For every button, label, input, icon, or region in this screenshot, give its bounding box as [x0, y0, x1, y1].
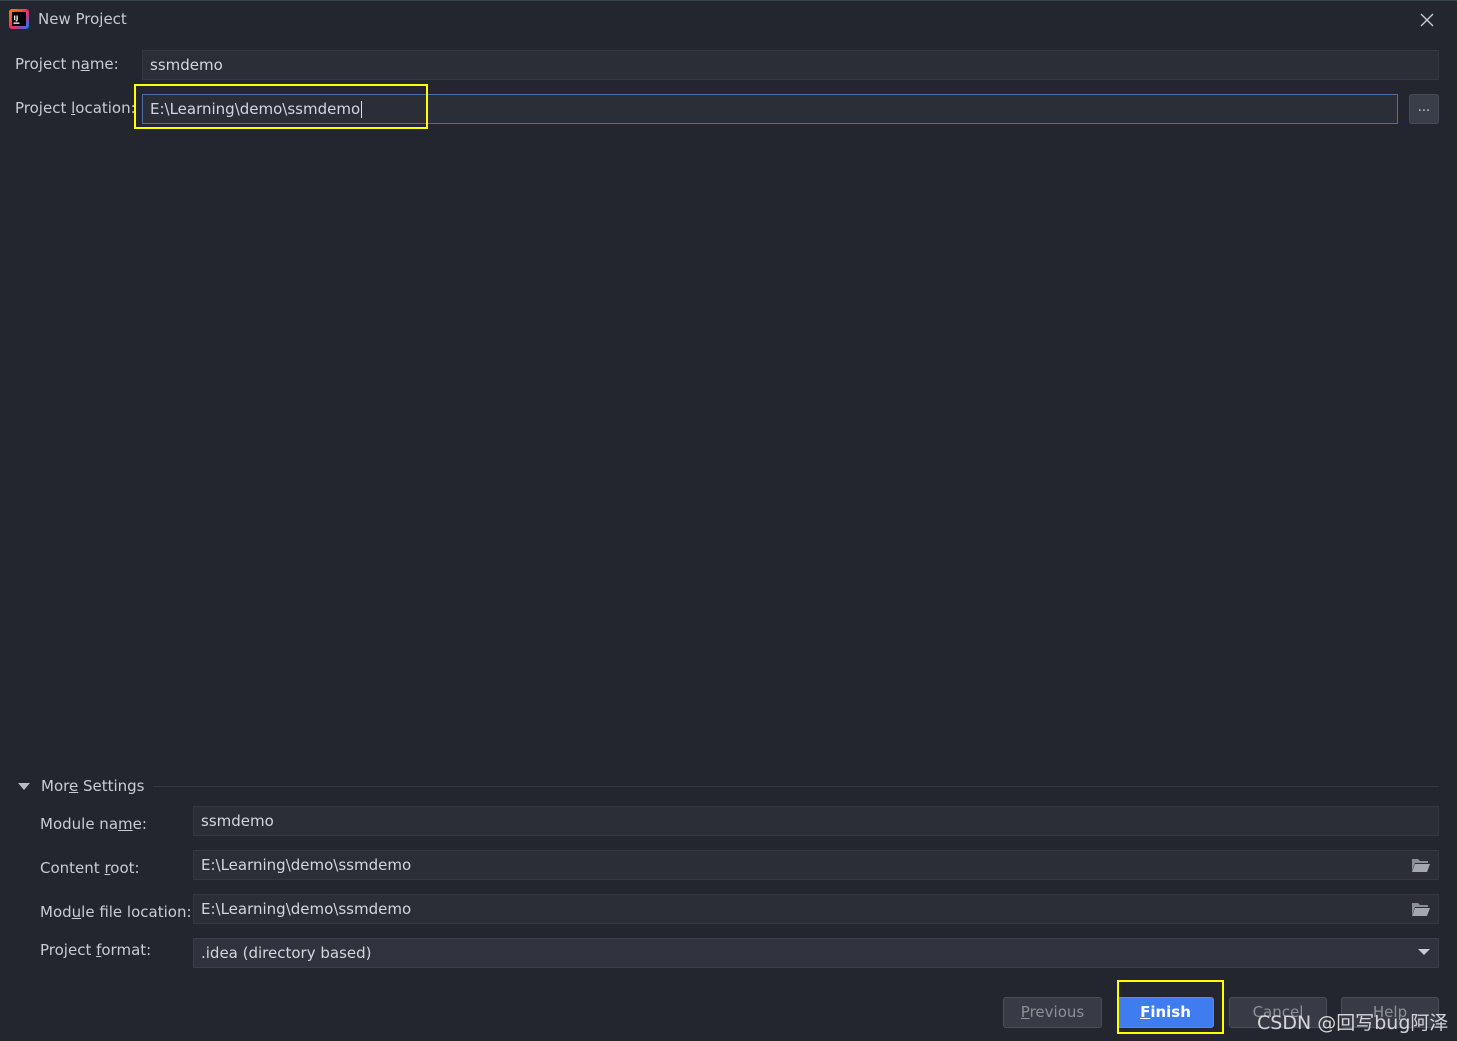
label-mnemonic: m	[118, 815, 133, 833]
label-part: ocation:	[75, 99, 136, 117]
label-part: le file location:	[81, 903, 192, 921]
label-part: Mod	[40, 903, 72, 921]
more-settings-title: More Settings	[41, 777, 145, 795]
label-part: e:	[132, 815, 147, 833]
chevron-down-icon	[1418, 949, 1430, 955]
project-location-value: E:\Learning\demo\ssmdemo	[150, 100, 361, 118]
section-divider	[153, 786, 1439, 787]
project-format-label: Project format:	[40, 941, 151, 959]
label-part: Mor	[41, 777, 69, 795]
module-name-label: Module name:	[40, 815, 147, 833]
label-part: Settings	[78, 777, 145, 795]
module-file-location-field[interactable]: E:\Learning\demo\ssmdemo	[193, 894, 1439, 924]
project-name-label: Project name:	[15, 55, 119, 73]
label-part: ormat:	[101, 941, 152, 959]
label-mnemonic: e	[68, 777, 79, 795]
project-location-label: Project location:	[15, 99, 136, 117]
module-file-location-value: E:\Learning\demo\ssmdemo	[201, 900, 412, 918]
svg-text:IJ: IJ	[14, 14, 19, 22]
title-bar: IJ New Project	[0, 0, 1457, 38]
button-label: revious	[1029, 1003, 1085, 1021]
folder-open-icon[interactable]	[1411, 901, 1431, 917]
close-icon	[1420, 13, 1434, 27]
label-mnemonic: u	[71, 903, 82, 921]
label-part: me:	[89, 55, 119, 73]
close-button[interactable]	[1416, 9, 1438, 31]
previous-button[interactable]: Previous	[1003, 997, 1102, 1028]
project-name-field[interactable]: ssmdemo	[142, 50, 1439, 80]
label-part: Project	[40, 941, 97, 959]
module-file-location-label: Module file location:	[40, 903, 192, 921]
intellij-idea-icon: IJ	[9, 9, 29, 29]
content-root-label: Content root:	[40, 859, 140, 877]
folder-open-icon[interactable]	[1411, 857, 1431, 873]
button-label: inish	[1150, 1003, 1191, 1021]
button-mnemonic: F	[1140, 1003, 1151, 1021]
project-location-field[interactable]: E:\Learning\demo\ssmdemo	[142, 94, 1398, 124]
module-name-value: ssmdemo	[201, 812, 274, 830]
text-caret	[361, 101, 363, 118]
browse-button[interactable]: ...	[1409, 94, 1439, 124]
watermark-text: CSDN @回写bug阿泽	[1257, 1012, 1449, 1034]
finish-button[interactable]: Finish	[1117, 997, 1214, 1028]
label-part: Module na	[40, 815, 119, 833]
label-mnemonic: a	[80, 55, 90, 73]
window-title: New Project	[38, 10, 127, 28]
label-part: Project	[15, 99, 72, 117]
label-part: Project n	[15, 55, 81, 73]
project-format-select[interactable]: .idea (directory based)	[193, 938, 1439, 968]
content-root-value: E:\Learning\demo\ssmdemo	[201, 856, 412, 874]
label-part: Content	[40, 859, 105, 877]
more-settings-toggle[interactable]: More Settings	[18, 776, 145, 796]
module-name-field[interactable]: ssmdemo	[193, 806, 1439, 836]
content-root-field[interactable]: E:\Learning\demo\ssmdemo	[193, 850, 1439, 880]
project-format-value: .idea (directory based)	[201, 944, 372, 962]
project-name-value: ssmdemo	[150, 56, 223, 74]
chevron-down-icon	[18, 782, 30, 790]
label-part: oot:	[110, 859, 140, 877]
button-mnemonic: P	[1020, 1003, 1030, 1021]
